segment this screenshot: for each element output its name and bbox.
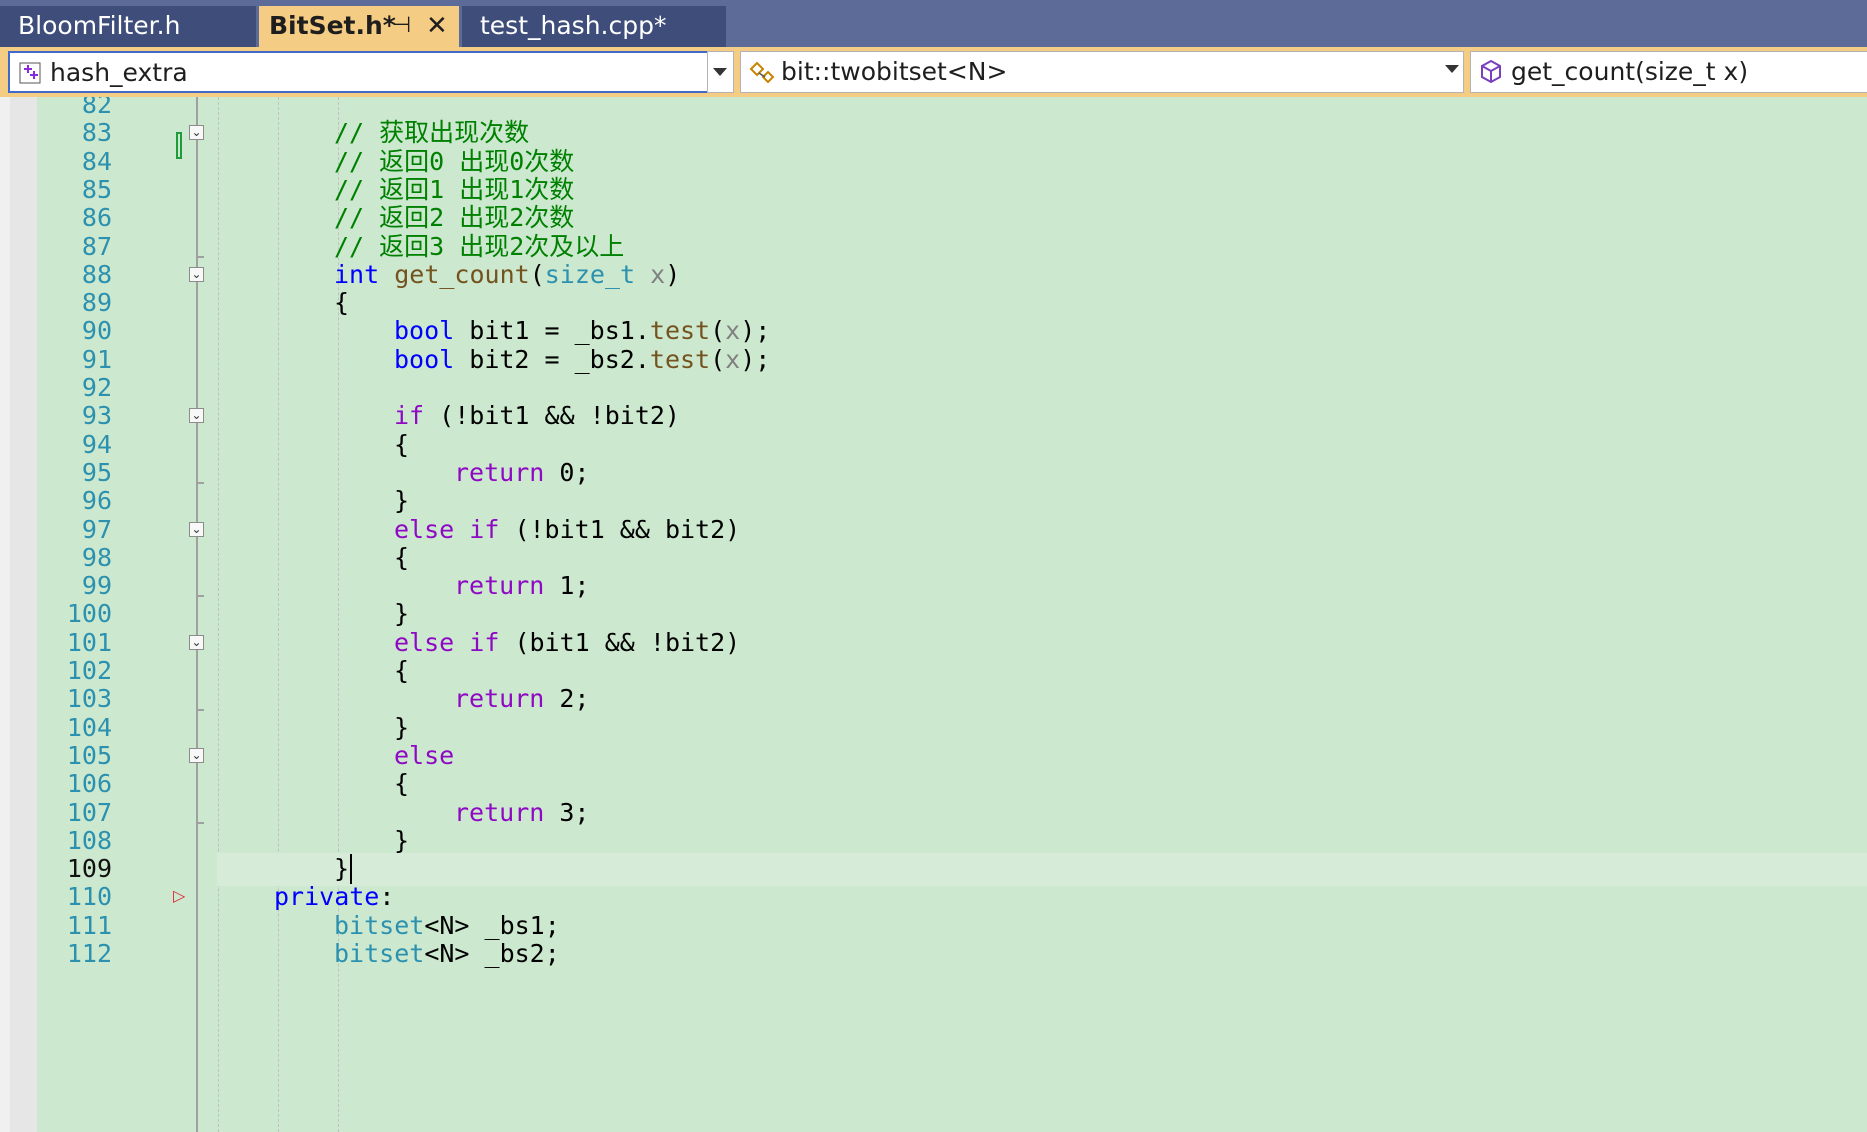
scope-label: bit::twobitset<N> [781, 57, 1008, 86]
project-label: hash_extra [50, 58, 188, 87]
collapse-icon[interactable]: ⌄ [189, 266, 204, 282]
pin-icon[interactable]: ⊣ [392, 6, 411, 46]
outline-end-marker [196, 821, 204, 824]
member-dropdown[interactable]: get_count(size_t x) [1470, 51, 1867, 93]
navigation-bar: hash_extra bit::twobitset<N> get_count(s… [0, 47, 1867, 97]
tab-label: test_hash.cpp* [480, 11, 667, 40]
chevron-down-icon [713, 68, 727, 76]
chevron-down-icon [1445, 65, 1459, 73]
project-icon [18, 53, 42, 91]
class-icon [749, 52, 777, 92]
code-editor[interactable]: 82 83// 获取出现次数 ⌄ 84// 返回0 出现0次数 85// 返回1 出现1… [0, 97, 1867, 1132]
outline-end-marker [196, 255, 204, 258]
code-line[interactable]: 112 bitset<N> _bs2; [0, 937, 1867, 971]
breakpoint-arrow-icon: ▷ [173, 886, 186, 906]
outline-end-marker [196, 482, 204, 485]
tab-label: BloomFilter.h [18, 11, 181, 40]
tab-bitset-h[interactable]: BitSet.h* ⊣ ✕ [259, 6, 459, 47]
project-dropdown[interactable]: hash_extra [8, 51, 734, 93]
tab-label: BitSet.h* [269, 11, 396, 40]
method-icon [1479, 52, 1503, 92]
tab-test-hash-cpp[interactable]: test_hash.cpp* [462, 6, 726, 47]
collapse-icon[interactable]: ⌄ [189, 408, 204, 424]
collapse-icon[interactable]: ⌄ [189, 634, 204, 650]
line-number: 112 [66, 939, 112, 968]
scope-dropdown[interactable]: bit::twobitset<N> [740, 51, 1464, 93]
collapse-icon[interactable]: ⌄ [189, 125, 204, 141]
outline-end-marker [196, 595, 204, 598]
member-label: get_count(size_t x) [1511, 57, 1749, 86]
project-dropdown-button[interactable] [707, 51, 734, 93]
collapse-icon[interactable]: ⌄ [189, 747, 204, 763]
collapse-icon[interactable]: ⌄ [189, 521, 204, 537]
code-text: bitset<N> _bs2; [334, 939, 560, 968]
tab-bloomfilter-h[interactable]: BloomFilter.h [0, 6, 256, 47]
document-tab-bar: BloomFilter.h BitSet.h* ⊣ ✕ test_hash.cp… [0, 0, 1867, 47]
close-icon[interactable]: ✕ [426, 6, 448, 46]
outline-end-marker [196, 708, 204, 711]
